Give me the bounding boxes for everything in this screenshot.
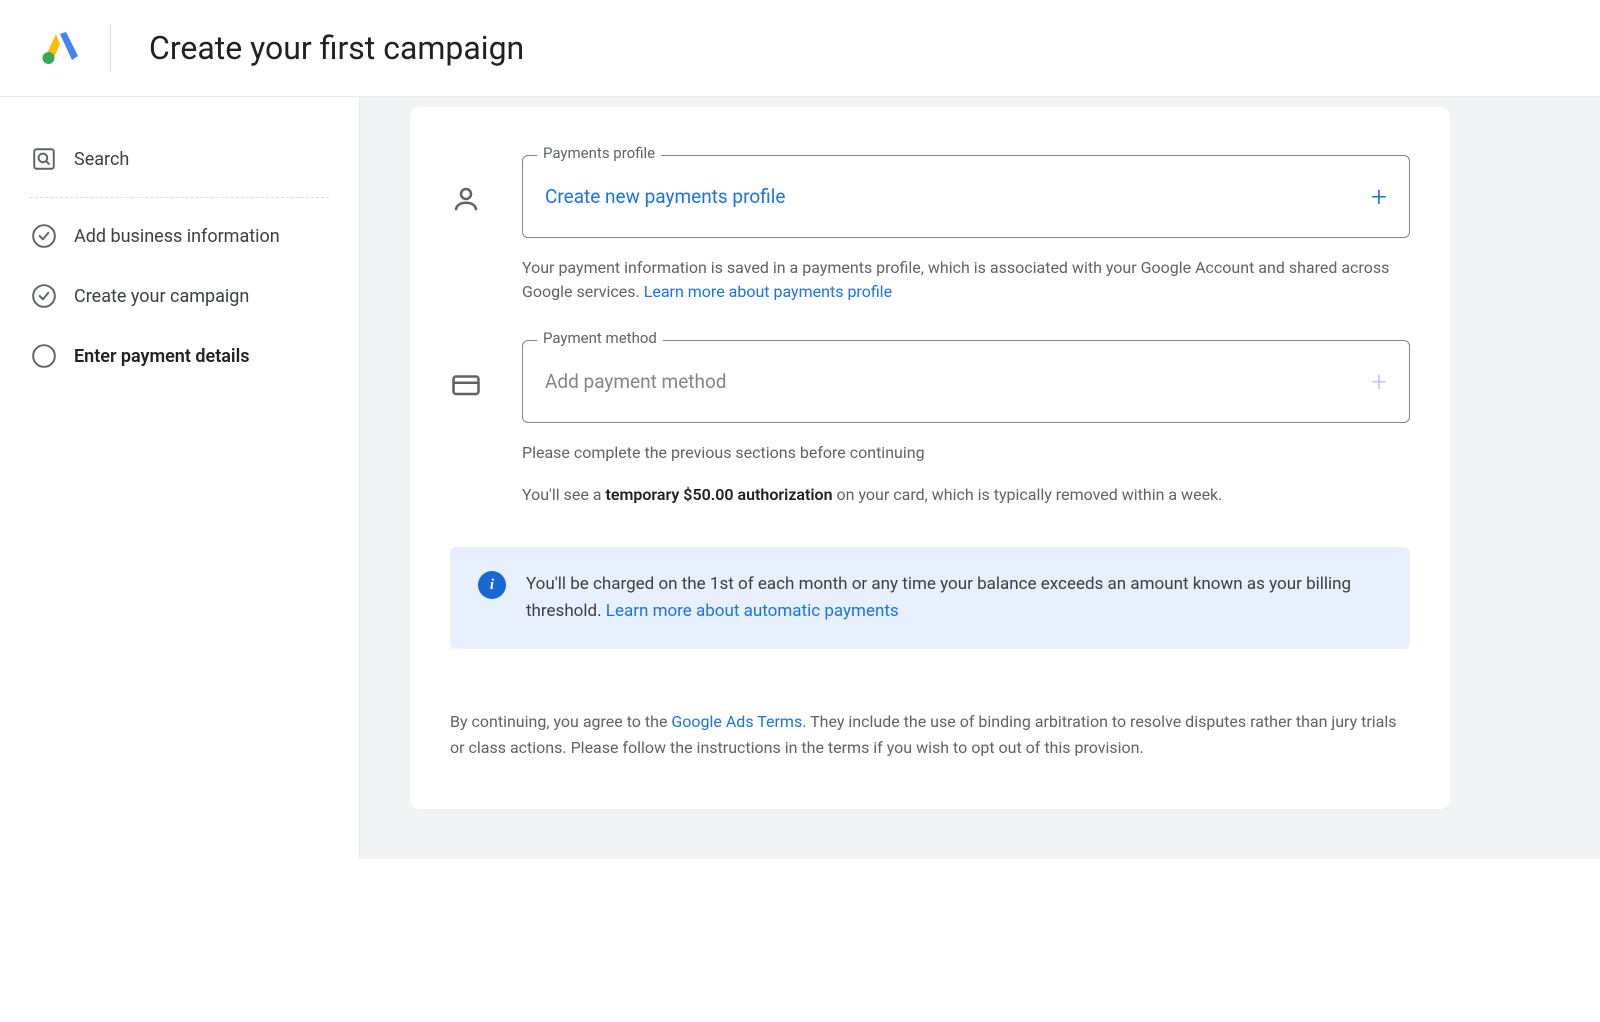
sidebar-label: Create your campaign	[74, 286, 249, 307]
method-content: Payment method Add payment method + Plea…	[522, 340, 1410, 507]
field-legend: Payments profile	[537, 144, 661, 162]
method-help-2: You'll see a temporary $50.00 authorizat…	[522, 483, 1410, 507]
payment-method-field: Payment method Add payment method +	[522, 340, 1410, 423]
profile-help: Your payment information is saved in a p…	[522, 256, 1410, 304]
sidebar-item-campaign[interactable]: Create your campaign	[30, 266, 329, 326]
payments-profile-row: Payments profile Create new payments pro…	[450, 155, 1410, 304]
help-text-b: on your card, which is typically removed…	[833, 485, 1223, 504]
person-icon	[450, 183, 482, 215]
terms-text: By continuing, you agree to the Google A…	[450, 709, 1410, 760]
main: Payments profile Create new payments pro…	[360, 97, 1600, 859]
field-value: Create new payments profile	[545, 185, 785, 208]
help-text-a: You'll see a	[522, 485, 605, 504]
search-box-icon	[30, 145, 58, 173]
check-circle-icon	[30, 282, 58, 310]
payments-profile-field[interactable]: Payments profile Create new payments pro…	[522, 155, 1410, 238]
header-divider	[110, 24, 111, 72]
sidebar-label: Enter payment details	[74, 346, 250, 367]
terms-pre: By continuing, you agree to the	[450, 712, 671, 731]
header: Create your first campaign	[0, 0, 1600, 97]
field-value: Add payment method	[545, 370, 727, 393]
field-legend: Payment method	[537, 329, 663, 347]
check-circle-icon	[30, 222, 58, 250]
plus-icon: +	[1371, 180, 1387, 213]
content: Search Add business information Create y…	[0, 97, 1600, 859]
sidebar-item-business[interactable]: Add business information	[30, 206, 329, 266]
sidebar: Search Add business information Create y…	[0, 97, 360, 859]
sidebar-label: Search	[74, 149, 129, 170]
google-ads-terms-link[interactable]: Google Ads Terms	[671, 712, 802, 731]
help-text-bold: temporary $50.00 authorization	[605, 485, 832, 504]
plus-icon: +	[1371, 365, 1387, 398]
info-icon: i	[478, 571, 506, 599]
banner-text: You'll be charged on the 1st of each mon…	[526, 571, 1382, 625]
payment-card: Payments profile Create new payments pro…	[410, 107, 1450, 809]
card-icon	[450, 368, 482, 400]
billing-info-banner: i You'll be charged on the 1st of each m…	[450, 547, 1410, 649]
page-title: Create your first campaign	[149, 29, 524, 67]
profile-learn-more-link[interactable]: Learn more about payments profile	[644, 282, 892, 301]
payment-method-row: Payment method Add payment method + Plea…	[450, 340, 1410, 507]
circle-icon	[30, 342, 58, 370]
sidebar-label: Add business information	[74, 226, 280, 247]
google-ads-logo	[40, 28, 80, 68]
sidebar-item-payment[interactable]: Enter payment details	[30, 326, 329, 386]
sidebar-item-search[interactable]: Search	[30, 129, 329, 198]
method-help-1: Please complete the previous sections be…	[522, 441, 1410, 465]
profile-content: Payments profile Create new payments pro…	[522, 155, 1410, 304]
automatic-payments-link[interactable]: Learn more about automatic payments	[606, 601, 899, 621]
